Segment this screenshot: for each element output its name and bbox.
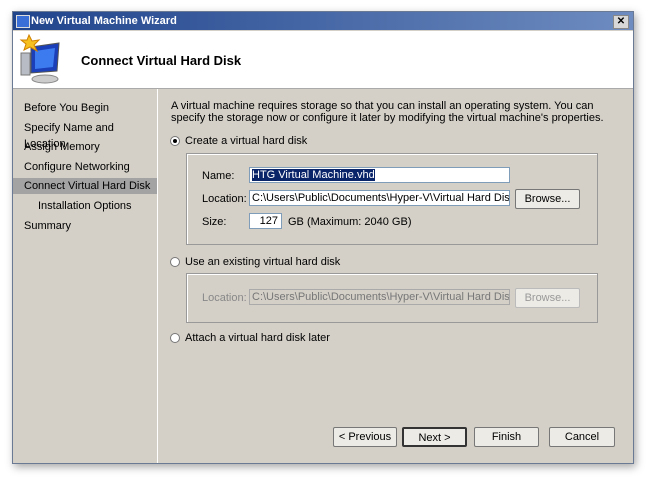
sidebar-item-summary[interactable]: Summary bbox=[13, 218, 157, 234]
name-input[interactable]: HTG Virtual Machine.vhd bbox=[249, 167, 510, 183]
cancel-button[interactable]: Cancel bbox=[549, 427, 615, 447]
sidebar-item-configure-networking[interactable]: Configure Networking bbox=[13, 159, 157, 175]
attach-later-label: Attach a virtual hard disk later bbox=[185, 332, 330, 344]
sidebar-item-before-you-begin[interactable]: Before You Begin bbox=[13, 100, 157, 116]
existing-browse-button[interactable]: Browse... bbox=[515, 288, 580, 308]
page-title: Connect Virtual Hard Disk bbox=[81, 53, 242, 68]
app-icon bbox=[16, 15, 30, 28]
name-label: Name: bbox=[202, 170, 235, 182]
browse-button[interactable]: Browse... bbox=[515, 189, 580, 209]
wizard-window: New Virtual Machine Wizard ✕ Connect Vir… bbox=[12, 11, 634, 464]
create-vhd-label: Create a virtual hard disk bbox=[185, 135, 308, 147]
name-value: HTG Virtual Machine.vhd bbox=[252, 169, 375, 181]
previous-button[interactable]: < Previous bbox=[333, 427, 397, 447]
existing-vhd-radio[interactable] bbox=[170, 257, 180, 267]
header: Connect Virtual Hard Disk bbox=[13, 31, 633, 89]
sidebar-item-connect-vhd[interactable]: Connect Virtual Hard Disk bbox=[13, 178, 157, 194]
create-vhd-radio[interactable] bbox=[170, 136, 180, 146]
attach-later-radio[interactable] bbox=[170, 333, 180, 343]
size-input[interactable]: 127 bbox=[249, 213, 282, 229]
window-title: New Virtual Machine Wizard bbox=[31, 15, 177, 27]
virtual-machine-icon bbox=[19, 33, 60, 84]
sidebar-item-installation-options[interactable]: Installation Options bbox=[13, 198, 157, 214]
location-label: Location: bbox=[202, 193, 247, 205]
description: A virtual machine requires storage so th… bbox=[171, 100, 604, 124]
next-button[interactable]: Next > bbox=[402, 427, 467, 447]
sidebar: Before You Begin Specify Name and Locati… bbox=[13, 89, 158, 463]
location-input[interactable]: C:\Users\Public\Documents\Hyper-V\Virtua… bbox=[249, 190, 510, 206]
existing-vhd-label: Use an existing virtual hard disk bbox=[185, 256, 341, 268]
finish-button[interactable]: Finish bbox=[474, 427, 539, 447]
existing-location-input[interactable]: C:\Users\Public\Documents\Hyper-V\Virtua… bbox=[249, 289, 510, 305]
sidebar-item-assign-memory[interactable]: Assign Memory bbox=[13, 139, 157, 155]
close-button[interactable]: ✕ bbox=[613, 15, 629, 29]
sidebar-item-specify-name[interactable]: Specify Name and Location bbox=[13, 120, 157, 150]
size-hint: GB (Maximum: 2040 GB) bbox=[288, 216, 412, 228]
title-bar: New Virtual Machine Wizard ✕ bbox=[13, 12, 633, 30]
existing-location-label: Location: bbox=[202, 292, 247, 304]
size-label: Size: bbox=[202, 216, 227, 228]
